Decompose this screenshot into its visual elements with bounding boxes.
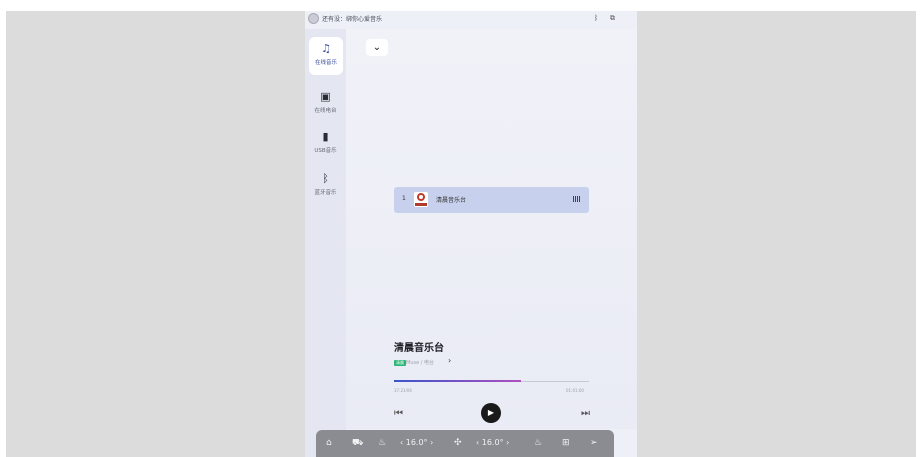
sidebar-item-label: USB音乐 bbox=[314, 148, 337, 154]
playlist-row[interactable]: 1 清晨音乐台 bbox=[394, 187, 589, 213]
now-playing-title: 清晨音乐台 bbox=[394, 343, 444, 354]
progress-fill bbox=[394, 380, 521, 382]
sidebar: ♫ 在线音乐 ▣ 在线电台 ▮ USB音乐 ᛒ 蓝牙音乐 bbox=[305, 29, 346, 457]
screen-mirror-icon[interactable]: ⧉ bbox=[610, 14, 615, 23]
sidebar-item-online-music[interactable]: ♫ 在线音乐 bbox=[309, 37, 343, 75]
greeting-text: 还有没：绑你心爱音乐 bbox=[322, 16, 383, 23]
music-note-icon: ♫ bbox=[321, 42, 331, 55]
time-elapsed: 37:21/06 bbox=[394, 388, 412, 393]
sidebar-item-label: 在线音乐 bbox=[314, 60, 337, 66]
sidebar-item-online-radio[interactable]: ▣ 在线电台 bbox=[305, 90, 346, 115]
sidebar-item-label: 蓝牙音乐 bbox=[314, 190, 337, 196]
temp-left[interactable]: ‹ 16.0° › bbox=[400, 438, 433, 448]
next-button[interactable]: ⏭ bbox=[581, 408, 590, 419]
page: 还有没：绑你心爱音乐 ᛒ ⧉ ♫ 在线音乐 ▣ 在线电台 ▮ USB音乐 ᛒ 蓝… bbox=[0, 0, 921, 457]
sidebar-item-label: 在线电台 bbox=[314, 108, 337, 114]
radio-icon: ▣ bbox=[320, 90, 331, 103]
now-playing-subtitle[interactable]: Muse / 电台 bbox=[406, 359, 434, 366]
usb-icon: ▮ bbox=[322, 130, 329, 143]
head-unit-screen: 还有没：绑你心爱音乐 ᛒ ⧉ ♫ 在线音乐 ▣ 在线电台 ▮ USB音乐 ᛒ 蓝… bbox=[305, 11, 637, 457]
seat-heat-left-icon[interactable]: ♨ bbox=[378, 438, 386, 448]
progress-bar[interactable] bbox=[394, 380, 589, 382]
sidebar-item-bluetooth-music[interactable]: ᛒ 蓝牙音乐 bbox=[305, 172, 346, 197]
source-tag: 清晨 bbox=[394, 360, 406, 366]
car-icon[interactable]: ⛟ bbox=[352, 438, 363, 448]
skip-previous-icon: ⏮ bbox=[394, 408, 403, 419]
player-panel: ⌄ 1 清晨音乐台 清晨音乐台 清晨 Muse / 电台 › 37:21/06 … bbox=[346, 29, 637, 429]
skip-next-icon: ⏭ bbox=[581, 408, 590, 419]
track-index: 1 bbox=[402, 195, 406, 202]
sidebar-item-usb-music[interactable]: ▮ USB音乐 bbox=[305, 130, 346, 155]
previous-button[interactable]: ⏮ bbox=[394, 408, 403, 419]
chevron-right-icon[interactable]: › bbox=[448, 356, 451, 365]
track-title: 清晨音乐台 bbox=[436, 197, 467, 204]
play-icon: ▶ bbox=[487, 408, 495, 417]
avatar[interactable] bbox=[308, 13, 319, 24]
collapse-button[interactable]: ⌄ bbox=[366, 39, 388, 56]
fan-icon[interactable]: ✣ bbox=[454, 438, 462, 448]
now-playing-bars-icon bbox=[573, 196, 581, 202]
temp-right[interactable]: ‹ 16.0° › bbox=[476, 438, 509, 448]
chevron-down-icon: ⌄ bbox=[372, 42, 382, 53]
station-logo bbox=[414, 192, 428, 207]
apps-grid-icon[interactable]: ⊞ bbox=[562, 438, 570, 448]
home-icon[interactable]: ⌂ bbox=[326, 438, 332, 448]
bluetooth-icon: ᛒ bbox=[594, 14, 599, 22]
time-total: 01:01:00 bbox=[566, 388, 584, 393]
status-bar: 还有没：绑你心爱音乐 ᛒ ⧉ bbox=[305, 11, 637, 29]
navigation-icon[interactable]: ➢ bbox=[590, 438, 598, 448]
climate-dock: ⌂ ⛟ ♨ ‹ 16.0° › ✣ ‹ 16.0° › ♨ ⊞ ➢ bbox=[316, 430, 614, 457]
seat-heat-right-icon[interactable]: ♨ bbox=[534, 438, 542, 448]
bluetooth-icon: ᛒ bbox=[322, 172, 329, 185]
play-button[interactable]: ▶ bbox=[481, 403, 501, 423]
